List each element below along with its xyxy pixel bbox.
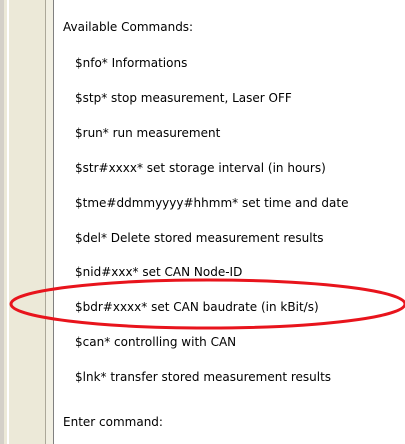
console-output[interactable]: Available Commands: $nfo* Informations $… — [54, 0, 405, 444]
command-line-lnk: $lnk* transfer stored measurement result… — [75, 370, 332, 384]
command-line-del: $del* Delete stored measurement results — [75, 231, 324, 245]
border-shade — [0, 0, 4, 444]
commands-header: Available Commands: — [63, 20, 194, 34]
command-prompt[interactable]: Enter command: — [63, 415, 163, 429]
border-highlight — [7, 0, 9, 444]
command-line-can: $can* controlling with CAN — [75, 335, 237, 349]
window-left-border — [0, 0, 54, 444]
command-line-tme: $tme#ddmmyyyy#hhmm* set time and date — [75, 196, 349, 210]
command-line-bdr: $bdr#xxxx* set CAN baudrate (in kBit/s) — [75, 300, 319, 314]
command-line-nfo: $nfo* Informations — [75, 56, 188, 70]
command-line-str: $str#xxxx* set storage interval (in hour… — [75, 161, 326, 175]
command-line-stp: $stp* stop measurement, Laser OFF — [75, 91, 292, 105]
command-line-run: $run* run measurement — [75, 126, 221, 140]
console-window: Available Commands: $nfo* Informations $… — [0, 0, 405, 444]
border-edge-light — [46, 0, 53, 444]
command-line-nid: $nid#xxx* set CAN Node-ID — [75, 265, 243, 279]
